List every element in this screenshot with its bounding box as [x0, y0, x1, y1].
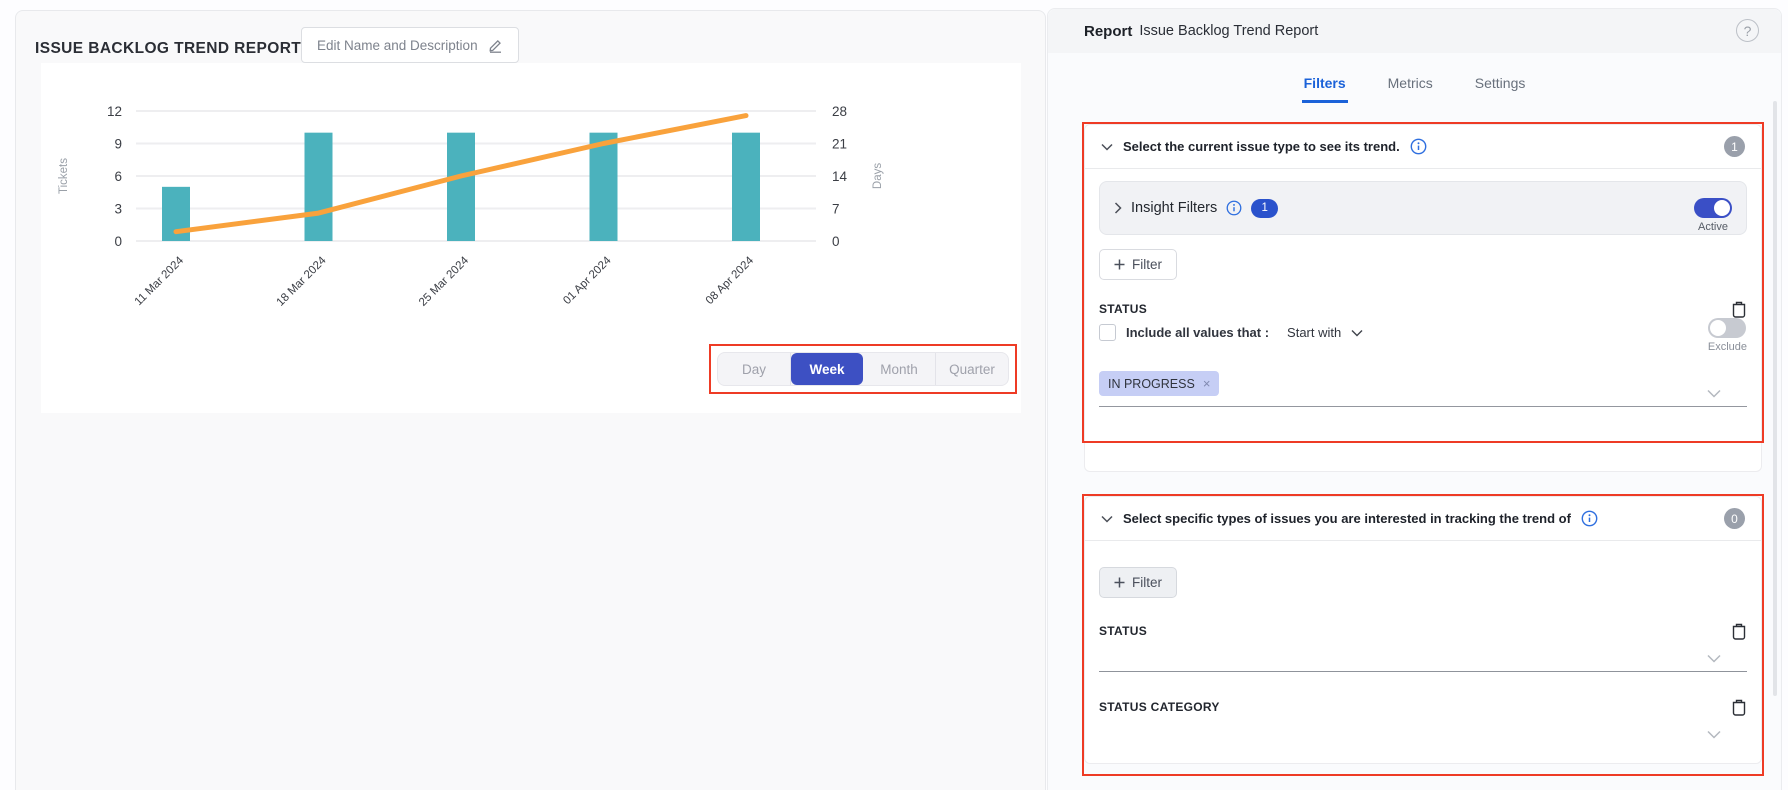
section-issue-tracking-title: Select specific types of issues you are … [1123, 511, 1571, 526]
insight-filters-expander[interactable]: Insight Filters 1 [1114, 199, 1278, 218]
section-issue-type-header[interactable]: Select the current issue type to see its… [1085, 125, 1761, 169]
status-value-tag[interactable]: IN PROGRESS × [1099, 371, 1219, 396]
pencil-icon [488, 38, 503, 53]
panel-tabs: Filters Metrics Settings [1048, 69, 1781, 103]
insight-filters-box: Insight Filters 1 Active [1099, 181, 1747, 235]
tab-metrics[interactable]: Metrics [1386, 69, 1435, 103]
status-category-filter-label: STATUS CATEGORY [1099, 700, 1220, 714]
svg-text:28: 28 [832, 104, 847, 119]
svg-text:11 Mar 2024: 11 Mar 2024 [133, 254, 187, 308]
section-issue-tracking-body: Filter STATUS STATUS CATEGORY [1085, 541, 1761, 759]
active-toggle[interactable] [1694, 198, 1732, 218]
trash-icon[interactable] [1731, 698, 1747, 716]
edit-name-description-button[interactable]: Edit Name and Description [301, 27, 519, 63]
section-issue-tracking: Select specific types of issues you are … [1084, 496, 1762, 764]
report-preview-card: ISSUE BACKLOG TREND REPORT Edit Name and… [15, 10, 1046, 790]
svg-text:Days: Days [872, 163, 884, 189]
period-option-day[interactable]: Day [718, 353, 791, 385]
period-option-quarter[interactable]: Quarter [936, 353, 1008, 385]
plus-icon [1114, 259, 1125, 270]
section-issue-tracking-header[interactable]: Select specific types of issues you are … [1085, 497, 1761, 541]
svg-text:0: 0 [832, 234, 840, 249]
svg-text:08 Apr 2024: 08 Apr 2024 [704, 254, 757, 307]
svg-text:21: 21 [832, 137, 847, 152]
svg-text:0: 0 [114, 234, 122, 249]
svg-text:6: 6 [114, 169, 122, 184]
svg-text:3: 3 [114, 202, 122, 217]
operator-dropdown[interactable]: Start with [1287, 325, 1363, 340]
svg-text:7: 7 [832, 202, 840, 217]
chevron-down-icon[interactable] [1101, 515, 1113, 523]
period-option-week[interactable]: Week [791, 353, 863, 385]
panel-header-label: Report [1084, 23, 1132, 40]
chevron-right-icon[interactable] [1114, 202, 1122, 214]
chevron-down-icon [1707, 654, 1721, 663]
filter-count-badge: 0 [1724, 508, 1745, 529]
status-value-select[interactable]: IN PROGRESS × [1099, 371, 1747, 407]
svg-text:9: 9 [114, 137, 122, 152]
status-category-value-select[interactable] [1099, 730, 1747, 747]
active-toggle-label: Active [1698, 221, 1728, 233]
chevron-down-icon[interactable] [1101, 143, 1113, 151]
svg-text:14: 14 [832, 169, 848, 184]
svg-text:25 Mar 2024: 25 Mar 2024 [417, 254, 472, 309]
svg-text:18 Mar 2024: 18 Mar 2024 [274, 254, 329, 309]
insight-filters-label: Insight Filters [1131, 200, 1217, 216]
panel-header-title: Issue Backlog Trend Report [1139, 23, 1318, 39]
period-selector[interactable]: Day Week Month Quarter [717, 352, 1009, 386]
svg-text:Tickets: Tickets [58, 158, 70, 194]
insight-filters-count-badge: 1 [1251, 199, 1278, 218]
trend-chart-panel: 0 3 6 9 12 0 7 14 21 28 Tickets Days 11 Mar 2024 18 M… [41, 63, 1021, 413]
status-filter-label: STATUS [1099, 302, 1147, 316]
section-issue-type-body: Insight Filters 1 Active Filter [1085, 169, 1761, 419]
svg-text:01 Apr 2024: 01 Apr 2024 [561, 254, 614, 307]
section-issue-type-title: Select the current issue type to see its… [1123, 139, 1400, 154]
remove-tag-icon[interactable]: × [1203, 376, 1211, 391]
chevron-down-icon [1707, 730, 1721, 739]
include-all-values-label: Include all values that : [1126, 325, 1269, 340]
status-filter-label: STATUS [1099, 624, 1147, 638]
report-settings-panel: Report Issue Backlog Trend Report ? Filt… [1047, 8, 1782, 790]
chevron-down-icon[interactable] [1707, 389, 1721, 398]
tab-filters[interactable]: Filters [1302, 69, 1348, 103]
exclude-toggle[interactable] [1708, 318, 1746, 338]
chevron-down-icon [1351, 329, 1363, 337]
help-icon[interactable]: ? [1736, 19, 1759, 42]
panel-header: Report Issue Backlog Trend Report [1048, 9, 1781, 53]
edit-button-label: Edit Name and Description [317, 38, 478, 53]
filter-count-badge: 1 [1724, 136, 1745, 157]
status-value-select[interactable] [1099, 654, 1747, 672]
info-icon[interactable] [1226, 200, 1242, 216]
plus-icon [1114, 577, 1125, 588]
svg-text:12: 12 [107, 104, 122, 119]
trash-icon[interactable] [1731, 622, 1747, 640]
include-all-values-checkbox[interactable] [1099, 324, 1116, 341]
add-filter-button[interactable]: Filter [1099, 249, 1177, 280]
period-option-month[interactable]: Month [863, 353, 936, 385]
info-icon[interactable] [1581, 510, 1598, 527]
add-filter-label: Filter [1132, 257, 1162, 272]
info-icon[interactable] [1410, 138, 1427, 155]
trash-icon[interactable] [1731, 300, 1747, 318]
add-filter-button[interactable]: Filter [1099, 567, 1177, 598]
section-issue-type: Select the current issue type to see its… [1084, 124, 1762, 472]
add-filter-label: Filter [1132, 575, 1162, 590]
report-title: ISSUE BACKLOG TREND REPORT [35, 40, 301, 58]
panel-scrollbar[interactable] [1773, 101, 1777, 696]
tab-settings[interactable]: Settings [1473, 69, 1528, 103]
exclude-toggle-label: Exclude [1708, 341, 1747, 353]
